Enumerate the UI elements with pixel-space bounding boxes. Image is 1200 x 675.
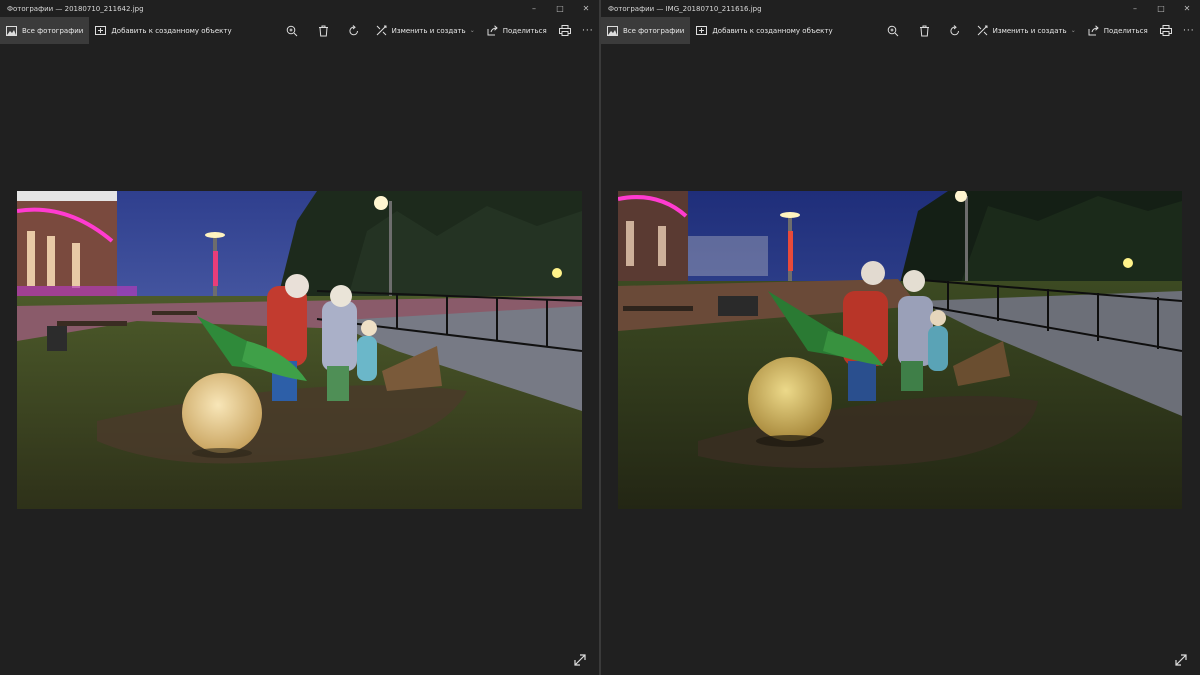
more-icon: ···: [1183, 25, 1195, 36]
rotate-icon: [349, 24, 359, 35]
edit-icon: [376, 25, 387, 36]
add-to-icon: [95, 25, 107, 36]
chevron-down-icon: ⌄: [469, 27, 475, 34]
chevron-down-icon: ⌄: [1070, 27, 1076, 34]
title-bar: Фотографии — IMG_20180710_211616.jpg – □…: [601, 0, 1200, 17]
more-button[interactable]: ···: [577, 17, 599, 44]
photos-icon: [607, 25, 618, 36]
maximize-icon[interactable]: □: [1148, 0, 1174, 17]
share-icon: [1088, 25, 1099, 36]
print-icon: [1159, 25, 1172, 36]
toolbar: Все фотографии Добавить к созданному объ…: [0, 17, 599, 44]
close-icon[interactable]: ✕: [1174, 0, 1200, 17]
delete-button[interactable]: [909, 17, 940, 44]
more-button[interactable]: ···: [1178, 17, 1200, 44]
photos-window-left: Фотографии — 20180710_211642.jpg – □ ✕ В…: [0, 0, 599, 675]
photo-viewer[interactable]: [618, 191, 1182, 509]
zoom-button[interactable]: [878, 17, 909, 44]
window-title: Фотографии — IMG_20180710_211616.jpg: [608, 4, 762, 13]
share-label: Поделиться: [1103, 26, 1148, 35]
share-button[interactable]: Поделиться: [481, 17, 553, 44]
print-icon: [558, 25, 571, 36]
print-button[interactable]: [553, 17, 577, 44]
more-icon: ···: [582, 25, 594, 36]
edit-create-button[interactable]: Изменить и создать ⌄: [370, 17, 481, 44]
close-icon[interactable]: ✕: [573, 0, 599, 17]
add-to-label: Добавить к созданному объекту: [111, 26, 232, 35]
window-title: Фотографии — 20180710_211642.jpg: [7, 4, 144, 13]
rotate-button[interactable]: [940, 17, 971, 44]
share-button[interactable]: Поделиться: [1082, 17, 1154, 44]
all-photos-label: Все фотографии: [623, 26, 685, 35]
fullscreen-button[interactable]: [1175, 651, 1187, 666]
all-photos-button[interactable]: Все фотографии: [0, 17, 90, 44]
rotate-button[interactable]: [339, 17, 370, 44]
photos-window-right: Фотографии — IMG_20180710_211616.jpg – □…: [601, 0, 1200, 675]
expand-icon: [574, 654, 586, 666]
minimize-icon[interactable]: –: [521, 0, 547, 17]
photo-image: [17, 191, 582, 509]
zoom-icon: [287, 25, 298, 36]
edit-create-label: Изменить и создать: [992, 26, 1067, 35]
print-button[interactable]: [1154, 17, 1178, 44]
maximize-icon[interactable]: □: [547, 0, 573, 17]
add-to-label: Добавить к созданному объекту: [712, 26, 833, 35]
edit-create-label: Изменить и создать: [391, 26, 466, 35]
all-photos-button[interactable]: Все фотографии: [601, 17, 691, 44]
photo-image: [618, 191, 1182, 509]
share-label: Поделиться: [502, 26, 547, 35]
zoom-button[interactable]: [277, 17, 308, 44]
add-to-button[interactable]: Добавить к созданному объекту: [690, 17, 838, 44]
all-photos-label: Все фотографии: [22, 26, 84, 35]
zoom-icon: [888, 25, 899, 36]
delete-icon: [919, 25, 929, 36]
toolbar: Все фотографии Добавить к созданному объ…: [601, 17, 1200, 44]
expand-icon: [1175, 654, 1187, 666]
delete-button[interactable]: [308, 17, 339, 44]
rotate-icon: [950, 24, 960, 35]
minimize-icon[interactable]: –: [1122, 0, 1148, 17]
photo-viewer[interactable]: [17, 191, 582, 509]
edit-icon: [977, 25, 988, 36]
photos-icon: [6, 25, 17, 36]
title-bar: Фотографии — 20180710_211642.jpg – □ ✕: [0, 0, 599, 17]
edit-create-button[interactable]: Изменить и создать ⌄: [971, 17, 1082, 44]
fullscreen-button[interactable]: [574, 651, 586, 666]
share-icon: [487, 25, 498, 36]
add-to-button[interactable]: Добавить к созданному объекту: [89, 17, 237, 44]
add-to-icon: [696, 25, 708, 36]
delete-icon: [318, 25, 328, 36]
